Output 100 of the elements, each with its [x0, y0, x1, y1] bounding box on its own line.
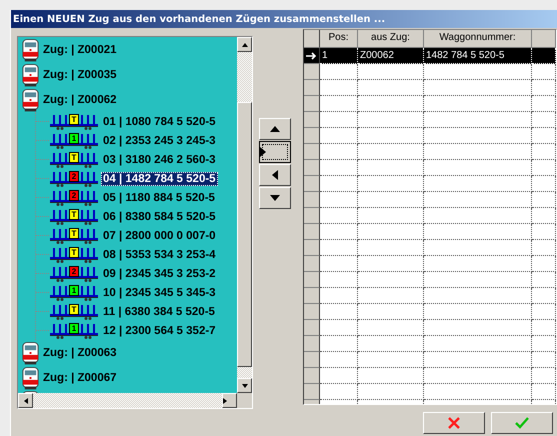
- column-header[interactable]: [532, 30, 556, 48]
- wagon-label[interactable]: 08 | 5353 534 3 253-4: [101, 248, 218, 262]
- row-header[interactable]: [304, 288, 320, 304]
- load-tag: T: [69, 114, 79, 124]
- column-header[interactable]: Waggonnummer:: [424, 30, 532, 48]
- row-header[interactable]: [304, 272, 320, 288]
- table-cell: [358, 144, 424, 160]
- row-header[interactable]: [304, 384, 320, 400]
- row-header[interactable]: [304, 80, 320, 96]
- load-tag: 1: [69, 322, 79, 334]
- table-cell: [320, 256, 358, 272]
- row-header[interactable]: [304, 320, 320, 336]
- row-header[interactable]: [304, 144, 320, 160]
- wagon-label[interactable]: 11 | 6380 384 5 520-5: [101, 304, 217, 318]
- table-cell: [532, 144, 556, 160]
- column-header[interactable]: aus Zug:: [358, 30, 424, 48]
- wagon-label[interactable]: 02 | 2353 245 3 245-3: [101, 134, 218, 148]
- row-header[interactable]: [304, 240, 320, 256]
- table-cell: [358, 64, 424, 80]
- wagon-label[interactable]: 01 | 1080 784 5 520-5: [101, 114, 218, 128]
- table-cell: [532, 128, 556, 144]
- load-tag: 2: [69, 266, 79, 276]
- load-tag: T: [69, 152, 79, 162]
- row-header[interactable]: [304, 128, 320, 144]
- train-label[interactable]: Zug: | Z00067: [41, 370, 119, 384]
- ok-button[interactable]: [491, 412, 553, 434]
- wagon-label[interactable]: 09 | 2345 345 3 253-2: [101, 266, 218, 280]
- load-tag: 2: [69, 190, 79, 200]
- table-cell: [358, 208, 424, 224]
- locomotive-icon: [21, 340, 40, 364]
- table-cell: [320, 144, 358, 160]
- row-header[interactable]: [304, 336, 320, 352]
- load-tag: 1: [69, 284, 79, 296]
- wagon-label[interactable]: 05 | 1180 884 5 520-5: [101, 190, 217, 204]
- wagon-label[interactable]: 07 | 2800 000 0 007-0: [101, 228, 218, 242]
- table-cell: [320, 320, 358, 336]
- row-header[interactable]: [304, 64, 320, 80]
- train-label[interactable]: Zug: | Z00063: [41, 346, 119, 360]
- wagon-label[interactable]: 03 | 3180 246 2 560-3: [101, 152, 218, 166]
- row-header[interactable]: [304, 192, 320, 208]
- table-cell: [358, 352, 424, 368]
- table-cell: [532, 96, 556, 112]
- train-label[interactable]: Zug: | Z00062: [41, 92, 119, 106]
- table-cell: [358, 304, 424, 320]
- row-header[interactable]: [304, 224, 320, 240]
- table-cell: [320, 128, 358, 144]
- row-header[interactable]: [304, 208, 320, 224]
- move-right-button[interactable]: [259, 141, 291, 163]
- table-cell: [358, 384, 424, 400]
- row-header[interactable]: [304, 96, 320, 112]
- cancel-button[interactable]: [423, 412, 485, 434]
- train-label[interactable]: Zug: | Z00035: [41, 68, 119, 82]
- table-cell: [320, 208, 358, 224]
- vertical-scrollbar[interactable]: [237, 37, 252, 393]
- table-cell: [532, 256, 556, 272]
- table-cell: [532, 80, 556, 96]
- table-cell: 1482 784 5 520-5: [424, 48, 532, 64]
- table-cell: [532, 336, 556, 352]
- load-tag: 1: [69, 132, 79, 144]
- row-header[interactable]: [304, 160, 320, 176]
- move-up-button[interactable]: [259, 118, 291, 140]
- load-tag: T: [69, 304, 79, 314]
- table-cell: [320, 64, 358, 80]
- table-cell: [532, 288, 556, 304]
- table-cell: [320, 352, 358, 368]
- table-cell: [532, 384, 556, 400]
- table-cell: [320, 80, 358, 96]
- row-header[interactable]: [304, 352, 320, 368]
- row-header[interactable]: [304, 176, 320, 192]
- table-cell: [320, 176, 358, 192]
- table-cell: [532, 160, 556, 176]
- row-header[interactable]: [304, 256, 320, 272]
- table-cell: [358, 368, 424, 384]
- table-cell: [320, 112, 358, 128]
- wagon-label[interactable]: 12 | 2300 564 5 352-7: [101, 324, 218, 338]
- column-header[interactable]: Pos:: [320, 30, 358, 48]
- row-header[interactable]: [304, 48, 320, 64]
- table-cell: [320, 384, 358, 400]
- table-cell: [320, 368, 358, 384]
- move-down-button[interactable]: [259, 187, 291, 209]
- locomotive-icon: [21, 38, 40, 62]
- table-cell: [532, 304, 556, 320]
- window-title: Einen NEUEN Zug aus den vorhandenen Zügen zusammenstellen ...: [13, 14, 386, 24]
- table-cell: [358, 96, 424, 112]
- row-header[interactable]: [304, 368, 320, 384]
- table-cell: [320, 224, 358, 240]
- wagon-label[interactable]: 06 | 8380 584 5 520-5: [101, 210, 218, 224]
- wagon-label[interactable]: 10 | 2345 345 5 345-3: [101, 286, 218, 300]
- move-left-button[interactable]: [259, 164, 291, 186]
- table-cell: [320, 192, 358, 208]
- wagon-label[interactable]: 04 | 1482 784 5 520-5: [101, 172, 218, 186]
- table-cell: [320, 96, 358, 112]
- train-label[interactable]: Zug: | Z00021: [41, 42, 119, 56]
- table-cell: [358, 112, 424, 128]
- table-cell: [358, 272, 424, 288]
- row-header[interactable]: [304, 304, 320, 320]
- table-cell: [320, 160, 358, 176]
- row-header[interactable]: [304, 112, 320, 128]
- locomotive-icon: [21, 366, 40, 390]
- current-row-arrow-icon: [306, 52, 318, 60]
